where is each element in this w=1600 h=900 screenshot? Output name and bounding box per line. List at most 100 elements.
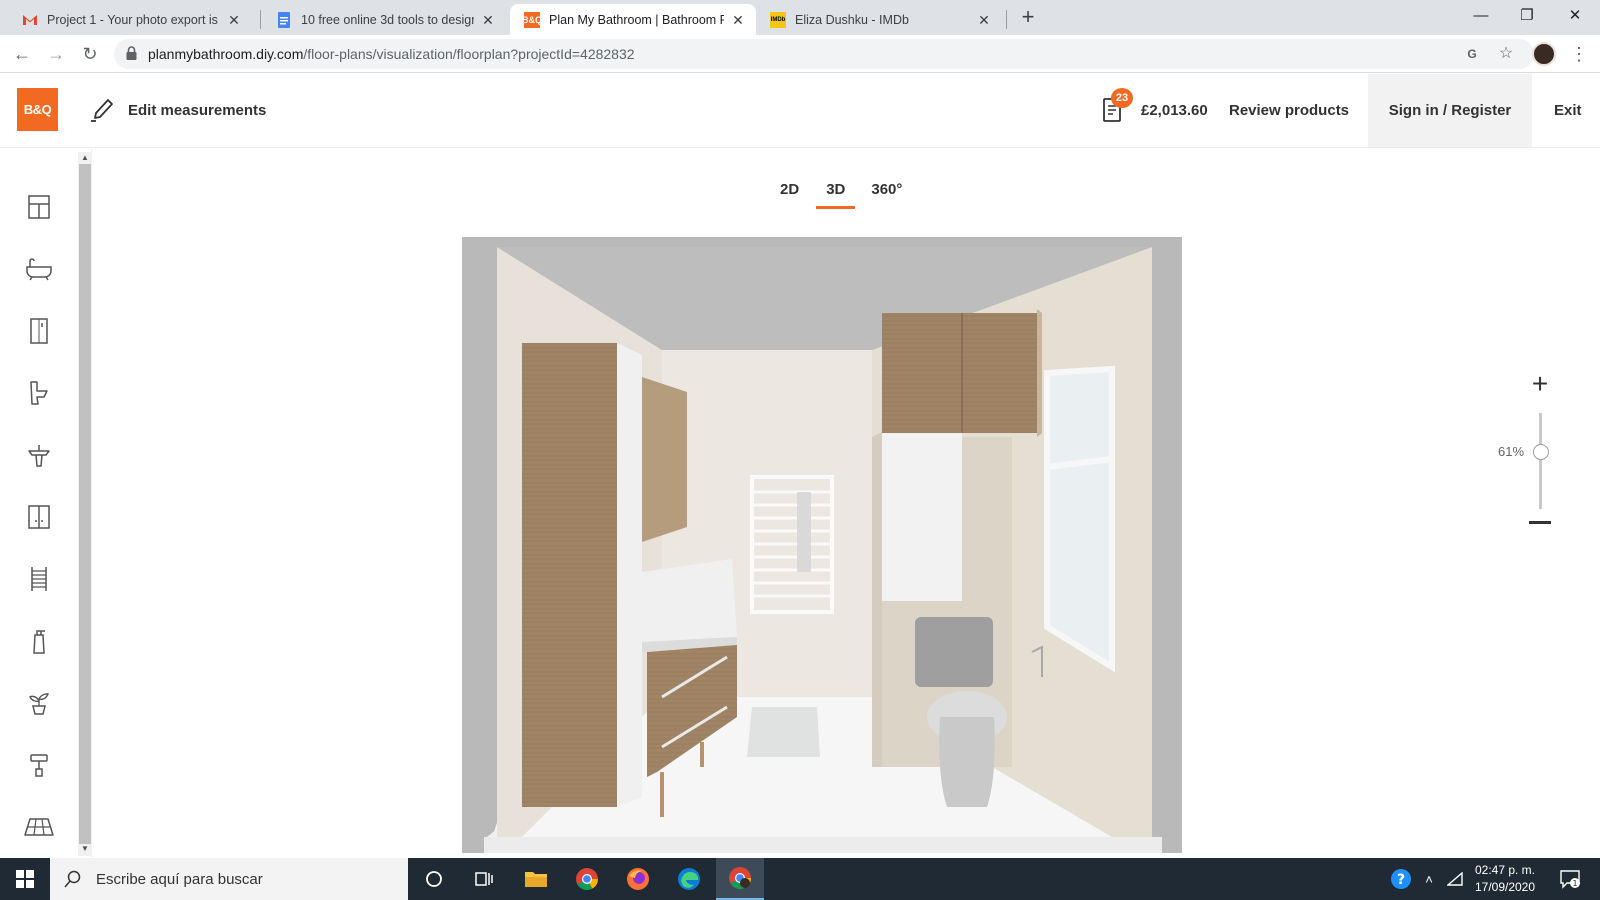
svg-text:?: ?: [1397, 872, 1405, 888]
lock-icon: [126, 46, 137, 60]
browser-toolbar: ← → ↻ planmybathroom.diy.com/floor-plans…: [0, 35, 1600, 73]
scroll-up-arrow-icon[interactable]: ▲: [80, 153, 90, 163]
toilet-cistern: [915, 617, 993, 687]
browser-tab[interactable]: Project 1 - Your photo export is fi ✕: [8, 4, 252, 35]
close-window-button[interactable]: ✕: [1552, 0, 1598, 32]
search-icon: [64, 870, 81, 888]
close-tab-icon[interactable]: ✕: [480, 12, 496, 28]
bq-logo[interactable]: B&Q: [17, 88, 58, 131]
vanity-basin-top: [642, 559, 737, 642]
notification-count: 1: [1572, 879, 1577, 888]
edit-measurements-button[interactable]: Edit measurements: [90, 96, 266, 124]
taskbar-search-box[interactable]: Escribe aquí para buscar: [50, 858, 408, 900]
lighting-icon[interactable]: [24, 750, 54, 780]
minimize-button[interactable]: —: [1458, 0, 1504, 32]
zoom-slider-track[interactable]: [1539, 413, 1542, 509]
scrollbar-thumb[interactable]: [79, 164, 91, 844]
tall-cabinet-wood: [522, 343, 617, 807]
address-bar[interactable]: planmybathroom.diy.com/floor-plans/visua…: [114, 39, 1534, 69]
edit-measurements-label: Edit measurements: [128, 101, 267, 119]
plant-decor-icon[interactable]: [24, 688, 54, 718]
chrome-profile-icon[interactable]: [716, 858, 764, 900]
tab-title: 10 free online 3d tools to design: [301, 12, 474, 27]
view-mode-tabs: 2D 3D 360°: [770, 178, 912, 209]
zoom-out-button[interactable]: [1529, 521, 1551, 524]
browser-tab-active[interactable]: B&Q Plan My Bathroom | Bathroom Pl ✕: [510, 4, 756, 35]
forward-icon[interactable]: →: [44, 42, 68, 66]
tiles-icon[interactable]: [24, 812, 54, 842]
tab-title: Plan My Bathroom | Bathroom Pl: [549, 12, 724, 27]
file-explorer-icon[interactable]: [512, 858, 560, 900]
zoom-slider-handle[interactable]: [1533, 444, 1549, 460]
profile-avatar[interactable]: [1532, 42, 1556, 66]
tab-divider: [260, 10, 261, 29]
browser-tab-strip: Project 1 - Your photo export is fi ✕ 10…: [0, 0, 1600, 35]
clock-date: 17/09/2020: [1474, 880, 1536, 894]
radiator-icon[interactable]: [24, 564, 54, 594]
tall-cabinet-side: [617, 343, 642, 807]
wifi-icon[interactable]: [1444, 858, 1466, 900]
mirror-cabinet: [642, 377, 687, 542]
restore-button[interactable]: ❐: [1504, 0, 1550, 32]
review-products-link[interactable]: Review products: [1229, 102, 1349, 119]
tray-chevron-up-icon[interactable]: ˄: [1418, 858, 1440, 900]
sign-in-register-button[interactable]: Sign in / Register: [1368, 74, 1532, 147]
browser-tab[interactable]: IMDb Eliza Dushku - IMDb ✕: [756, 4, 1002, 35]
gmail-icon: [22, 12, 38, 28]
close-tab-icon[interactable]: ✕: [730, 12, 746, 28]
close-tab-icon[interactable]: ✕: [976, 12, 992, 28]
clock-time: 02:47 p. m.: [1474, 863, 1536, 877]
toilet-icon[interactable]: [24, 378, 54, 408]
edge-icon[interactable]: [665, 858, 713, 900]
boxing-side: [872, 432, 882, 767]
scroll-down-arrow-icon[interactable]: ▼: [80, 844, 90, 854]
room-layout-icon[interactable]: [24, 192, 54, 222]
task-view-icon[interactable]: [461, 858, 509, 900]
windows-start-icon[interactable]: [0, 858, 50, 900]
browser-tab[interactable]: 10 free online 3d tools to design ✕: [262, 4, 506, 35]
zoom-in-button[interactable]: +: [1527, 370, 1553, 398]
docs-icon: [276, 11, 292, 28]
tab-3d[interactable]: 3D: [816, 178, 856, 209]
new-tab-button[interactable]: +: [1016, 6, 1040, 30]
bathroom-3d-viewport[interactable]: [462, 237, 1182, 853]
taskbar-clock[interactable]: 02:47 p. m. 17/09/2020: [1470, 862, 1540, 896]
shower-icon[interactable]: [24, 316, 54, 346]
wall-cabinet-side: [1037, 309, 1042, 437]
sidebar-scrollbar[interactable]: ▲ ▼: [78, 152, 92, 856]
hanging-towel: [797, 492, 811, 572]
exit-button[interactable]: Exit: [1554, 102, 1582, 119]
tab-2d[interactable]: 2D: [770, 178, 809, 208]
taskbar-search-placeholder: Escribe aquí para buscar: [96, 870, 263, 888]
floor-edge: [484, 837, 1162, 853]
toilet-pan: [939, 717, 995, 807]
zoom-level-label: 61%: [1498, 444, 1525, 459]
total-price: £2,013.60: [1141, 102, 1208, 119]
url-text: planmybathroom.diy.com/floor-plans/visua…: [148, 46, 635, 62]
url-host: planmybathroom.diy.com: [148, 46, 304, 62]
close-tab-icon[interactable]: ✕: [226, 12, 242, 28]
furniture-icon[interactable]: [24, 502, 54, 532]
notifications-icon[interactable]: 1: [1552, 858, 1588, 900]
app-header: B&Q Edit measurements 23 £2,013.60 Revie…: [0, 74, 1600, 148]
bath-mat: [747, 707, 820, 757]
reload-icon[interactable]: ↻: [78, 42, 102, 66]
help-icon[interactable]: ?: [1388, 858, 1414, 900]
pencil-icon: [91, 99, 113, 122]
browser-menu-icon[interactable]: ⋮: [1570, 42, 1588, 66]
windows-taskbar: Escribe aquí para buscar ? ˄ 02:47 p. m.…: [0, 858, 1600, 900]
back-icon[interactable]: ←: [10, 42, 34, 66]
chrome-icon[interactable]: [563, 858, 611, 900]
bookmark-star-icon[interactable]: ☆: [1496, 44, 1516, 64]
accessories-icon[interactable]: [24, 626, 54, 656]
translate-icon[interactable]: G: [1462, 44, 1482, 64]
bath-icon[interactable]: [24, 254, 54, 284]
cortana-icon[interactable]: [410, 858, 458, 900]
tab-360[interactable]: 360°: [861, 178, 912, 208]
imdb-icon: IMDb: [770, 11, 786, 28]
basket-count-badge: 23: [1111, 88, 1133, 108]
basin-icon[interactable]: [24, 440, 54, 470]
tab-divider: [1006, 10, 1007, 29]
firefox-icon[interactable]: [614, 858, 662, 900]
white-panel: [882, 433, 962, 601]
